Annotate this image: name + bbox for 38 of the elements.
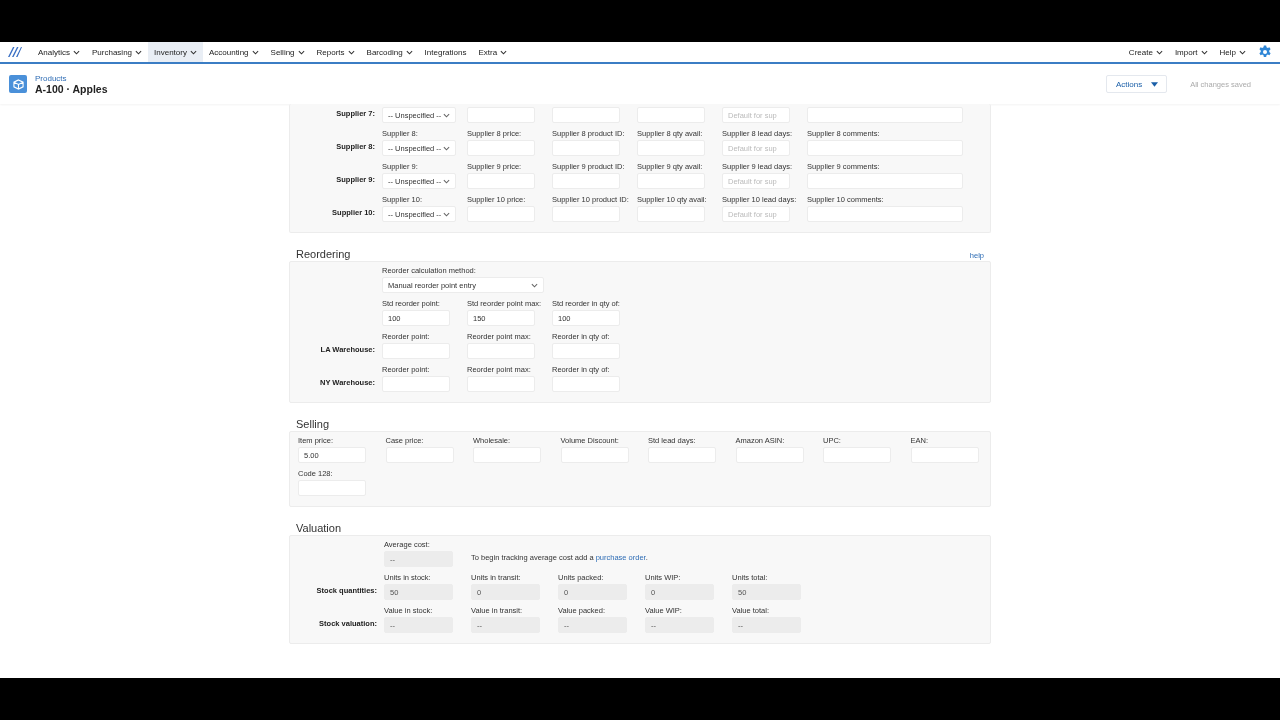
section-title: Selling <box>296 418 330 430</box>
section-title: Reordering <box>296 248 351 260</box>
settings-icon[interactable] <box>1258 45 1272 59</box>
chevron-icon <box>443 178 450 184</box>
chevron-icon <box>443 211 450 217</box>
chevron-icon <box>347 49 355 55</box>
chevron-icon <box>1239 49 1246 55</box>
nav-menu[interactable]: Selling <box>264 42 311 62</box>
chevron-icon <box>1155 49 1163 55</box>
page-title: A-100 · Apples <box>35 82 108 95</box>
nav-menu[interactable]: Import <box>1168 42 1214 62</box>
chevron-icon <box>443 145 450 151</box>
breadcrumb-link[interactable]: Products <box>35 73 108 83</box>
chevron-icon <box>531 282 538 288</box>
nav-menu[interactable]: Reports <box>310 42 361 62</box>
chevron-icon <box>297 49 305 55</box>
nav-menu[interactable]: Barcoding <box>360 42 419 62</box>
logo-icon[interactable] <box>8 47 22 57</box>
chevron-icon <box>443 112 450 118</box>
nav-menu[interactable]: Create <box>1122 42 1169 62</box>
chevron-icon <box>135 49 143 55</box>
chevron-icon <box>405 49 413 55</box>
nav-menu[interactable]: Purchasing <box>86 42 149 62</box>
nav-menu[interactable]: Accounting <box>202 42 265 62</box>
chevron-icon <box>500 49 508 55</box>
chevron-icon <box>73 49 80 55</box>
nav-menu[interactable]: Help <box>1213 42 1252 62</box>
nav-menu[interactable]: Analytics <box>32 42 86 62</box>
caret-icon <box>1151 81 1159 87</box>
chevron-icon <box>189 49 197 55</box>
nav-menu[interactable]: Integrations <box>418 42 473 62</box>
chevron-icon <box>251 49 259 55</box>
chevron-icon <box>1200 49 1208 55</box>
actions-button[interactable]: Actions <box>1105 75 1168 93</box>
nav-menu[interactable]: Inventory <box>148 42 203 62</box>
section-title: Valuation <box>296 522 342 534</box>
box-icon <box>9 75 27 93</box>
nav-menu[interactable]: Extra <box>472 42 514 62</box>
